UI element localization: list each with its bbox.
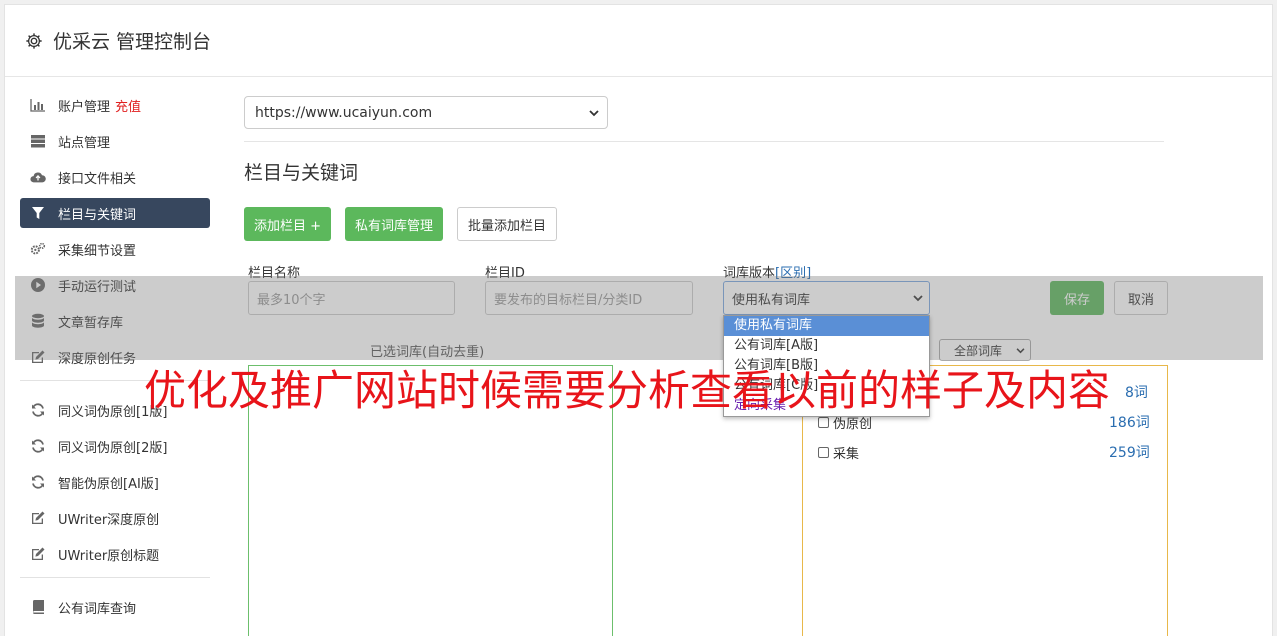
section-title: 栏目与关键词 [244,162,359,184]
sidebar-item-label: 账户管理 [58,99,111,115]
checkbox[interactable] [818,447,829,458]
sidebar-item-columns[interactable]: 栏目与关键词 [20,198,210,228]
gear-icon [26,32,42,49]
sidebar-item-label: 采集细节设置 [58,243,137,259]
edit-icon [30,546,46,562]
checkbox[interactable] [818,417,829,428]
sidebar-item-label: UWriter原创标题 [58,548,160,564]
sidebar-item-synonym-v2[interactable]: 同义词伪原创[2版] [20,431,210,461]
main-content: https://www.ucaiyun.com 栏目与关键词 添加栏目 + 私有… [244,96,1164,281]
chevron-down-icon [589,105,599,121]
gears-icon [30,241,46,257]
dropdown-option[interactable]: 使用私有词库 [724,316,929,336]
cloud-upload-icon [30,169,46,185]
console-header: 优采云 管理控制台 [5,5,1272,77]
sidebar-item-label: 智能伪原创[AI版] [58,476,159,492]
caption-watermark: 优化及推广网站时候需要分析查看以前的样子及内容 [144,366,1111,415]
button-row: 添加栏目 + 私有词库管理 批量添加栏目 [244,207,1164,241]
keyword-count: 186词 [1109,415,1150,431]
sidebar-item-collect-settings[interactable]: 采集细节设置 [20,234,210,264]
sidebar-item-sites[interactable]: 站点管理 [20,126,210,156]
sidebar-item-label: 同义词伪原创[2版] [58,440,168,456]
sidebar-item-label: 栏目与关键词 [58,207,137,223]
edit-icon [30,510,46,526]
dropdown-option[interactable]: 公有词库[A版] [724,336,929,356]
keyword-count: 8词 [1125,385,1148,401]
site-select[interactable]: https://www.ucaiyun.com [244,96,608,129]
sidebar-item-public-dict[interactable]: 公有词库查询 [20,592,210,622]
sidebar-item-interface[interactable]: 接口文件相关 [20,162,210,192]
server-icon [30,133,46,149]
divider [244,141,1164,142]
page-title: 优采云 管理控制台 [53,31,212,53]
refresh-icon [30,438,46,454]
batch-add-button[interactable]: 批量添加栏目 [457,207,558,241]
sidebar-divider [20,577,210,578]
keyword-count: 259词 [1109,445,1150,461]
private-dict-button[interactable]: 私有词库管理 [345,207,444,241]
sidebar-item-ai-rewrite[interactable]: 智能伪原创[AI版] [20,467,210,497]
keyword-label: 采集 [833,447,860,462]
sidebar-item-label: 站点管理 [58,135,111,151]
sidebar-item-label: 接口文件相关 [58,171,137,187]
book-icon [30,599,46,615]
recharge-link[interactable]: 充值 [115,96,141,115]
sidebar-item-label: 公有词库查询 [58,601,137,617]
sidebar-item-uwriter-title[interactable]: UWriter原创标题 [20,539,210,569]
keyword-item[interactable]: 采集 [818,443,859,462]
sidebar-item-label: UWriter深度原创 [58,512,160,528]
add-column-button[interactable]: 添加栏目 + [244,207,332,241]
sidebar-item-account[interactable]: 账户管理 充值 [20,90,210,120]
bar-chart-icon [30,97,46,113]
sidebar-item-uwriter-deep[interactable]: UWriter深度原创 [20,503,210,533]
filter-icon [30,205,46,221]
site-select-value: https://www.ucaiyun.com [255,104,433,121]
refresh-icon [30,402,46,418]
refresh-icon [30,474,46,490]
gray-overlay-band [15,276,1263,360]
